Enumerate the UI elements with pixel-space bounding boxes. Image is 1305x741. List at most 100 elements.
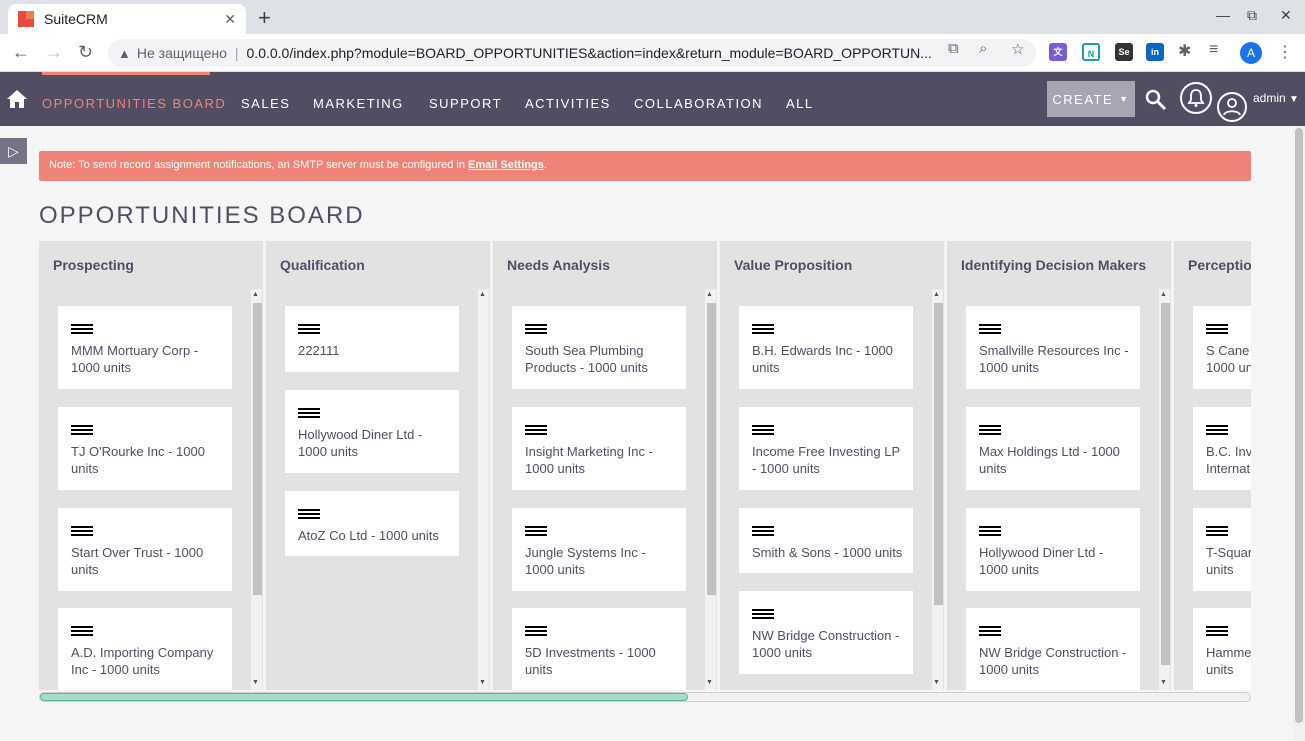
opportunity-card[interactable]: Smallville Resources Inc - 1000 units [966, 306, 1140, 389]
drag-handle-icon[interactable] [298, 324, 320, 334]
opportunity-card[interactable]: 222111 [285, 306, 459, 372]
opportunity-card[interactable]: B.C. Inve Internat [1193, 407, 1251, 490]
back-icon[interactable]: ← [12, 42, 30, 63]
card-title[interactable]: TJ O'Rourke Inc - 1000 units [71, 443, 223, 477]
profile-avatar[interactable]: A [1240, 42, 1262, 64]
opportunity-card[interactable]: South Sea Plumbing Products - 1000 units [512, 306, 686, 389]
extension-n-icon[interactable]: N [1082, 43, 1100, 61]
scroll-up-icon[interactable]: ▲ [1160, 291, 1167, 298]
drag-handle-icon[interactable] [979, 626, 1001, 636]
scroll-up-icon[interactable]: ▲ [706, 291, 713, 298]
scrollbar-thumb[interactable] [707, 303, 716, 595]
opportunity-card[interactable]: Income Free Investing LP - 1000 units [739, 407, 913, 490]
scroll-down-icon[interactable]: ▼ [252, 679, 259, 686]
zoom-icon[interactable]: ⌕ [979, 40, 987, 57]
opportunity-card[interactable]: NW Bridge Construction - 1000 units [739, 591, 913, 674]
card-title[interactable]: AtoZ Co Ltd - 1000 units [298, 527, 450, 544]
reload-icon[interactable]: ↻ [78, 42, 93, 63]
page-vertical-scrollbar[interactable] [1293, 126, 1305, 741]
scrollbar-thumb[interactable] [934, 303, 943, 605]
address-bar[interactable]: ▲ Не защищено | 0.0.0.0/index.php?module… [108, 39, 1036, 67]
translate-icon[interactable]: ⧉ [948, 40, 959, 57]
card-title[interactable]: B.C. Inve Internat [1206, 443, 1251, 477]
card-title[interactable]: Hollywood Diner Ltd - 1000 units [298, 426, 450, 460]
drag-handle-icon[interactable] [979, 324, 1001, 334]
drag-handle-icon[interactable] [752, 526, 774, 536]
drag-handle-icon[interactable] [525, 425, 547, 435]
nav-all[interactable]: ALL [786, 96, 814, 111]
column-scrollbar[interactable]: ▲ ▼ [705, 289, 716, 690]
scrollbar-thumb[interactable] [1161, 303, 1170, 665]
create-button[interactable]: CREATE ▼ [1047, 81, 1135, 117]
extension-selenium-icon[interactable]: Se [1115, 43, 1133, 61]
email-settings-link[interactable]: Email Settings [468, 159, 544, 171]
opportunity-card[interactable]: Hollywood Diner Ltd - 1000 units [966, 508, 1140, 591]
opportunity-card[interactable]: NW Bridge Construction - 1000 units [966, 608, 1140, 690]
opportunity-card[interactable]: S Cane S 1000 un [1193, 306, 1251, 389]
page-scrollbar-thumb[interactable] [1295, 128, 1303, 723]
card-title[interactable]: Income Free Investing LP - 1000 units [752, 443, 904, 477]
url-text[interactable]: 0.0.0.0/index.php?module=BOARD_OPPORTUNI… [247, 45, 937, 61]
opportunity-card[interactable]: A.D. Importing Company Inc - 1000 units [58, 608, 232, 690]
nav-support[interactable]: SUPPORT [429, 96, 502, 111]
security-label[interactable]: Не защищено [137, 45, 227, 61]
extension-linkedin-icon[interactable]: in [1146, 43, 1164, 61]
browser-menu-icon[interactable]: ⋮ [1277, 42, 1293, 62]
card-title[interactable]: Insight Marketing Inc - 1000 units [525, 443, 677, 477]
nav-marketing[interactable]: MARKETING [313, 96, 404, 111]
opportunity-card[interactable]: Insight Marketing Inc - 1000 units [512, 407, 686, 490]
drag-handle-icon[interactable] [525, 626, 547, 636]
scroll-up-icon[interactable]: ▲ [933, 291, 940, 298]
opportunity-card[interactable]: MMM Mortuary Corp - 1000 units [58, 306, 232, 389]
forward-icon[interactable]: → [45, 42, 63, 63]
card-title[interactable]: NW Bridge Construction - 1000 units [979, 644, 1131, 678]
drag-handle-icon[interactable] [298, 408, 320, 418]
drag-handle-icon[interactable] [979, 526, 1001, 536]
scroll-up-icon[interactable]: ▲ [252, 291, 259, 298]
card-title[interactable]: T-Square units [1206, 544, 1251, 578]
window-close-button[interactable]: ✕ [1280, 7, 1292, 24]
drag-handle-icon[interactable] [71, 425, 93, 435]
home-icon[interactable] [7, 90, 27, 108]
search-icon[interactable] [1145, 89, 1167, 111]
drag-handle-icon[interactable] [525, 324, 547, 334]
card-title[interactable]: MMM Mortuary Corp - 1000 units [71, 342, 223, 376]
extension-translate-icon[interactable]: 文 [1049, 43, 1067, 61]
opportunity-card[interactable]: Jungle Systems Inc - 1000 units [512, 508, 686, 591]
drag-handle-icon[interactable] [752, 324, 774, 334]
drag-handle-icon[interactable] [71, 626, 93, 636]
opportunity-card[interactable]: Hollywood Diner Ltd - 1000 units [285, 390, 459, 473]
tab-close-icon[interactable]: ✕ [224, 11, 236, 28]
board-horizontal-scrollbar[interactable] [39, 692, 1251, 702]
opportunity-card[interactable]: TJ O'Rourke Inc - 1000 units [58, 407, 232, 490]
scroll-down-icon[interactable]: ▼ [933, 679, 940, 686]
new-tab-button[interactable]: + [258, 5, 271, 31]
drag-handle-icon[interactable] [71, 526, 93, 536]
card-title[interactable]: Hollywood Diner Ltd - 1000 units [979, 544, 1131, 578]
drag-handle-icon[interactable] [752, 425, 774, 435]
user-menu[interactable]: admin ▼ [1253, 91, 1299, 105]
opportunity-card[interactable]: Hammer units [1193, 608, 1251, 690]
scrollbar-thumb[interactable] [253, 303, 262, 595]
card-title[interactable]: B.H. Edwards Inc - 1000 units [752, 342, 904, 376]
browser-tab[interactable]: SuiteCRM ✕ [8, 4, 246, 34]
nav-collaboration[interactable]: COLLABORATION [634, 96, 763, 111]
opportunity-card[interactable]: 5D Investments - 1000 units [512, 608, 686, 690]
restore-button[interactable]: ⧉ [1247, 7, 1257, 24]
nav-opportunities-board[interactable]: OPPORTUNITIES BOARD [42, 96, 226, 111]
nav-sales[interactable]: SALES [241, 96, 290, 111]
minimize-button[interactable]: — [1216, 7, 1230, 23]
card-title[interactable]: Hammer units [1206, 644, 1251, 678]
opportunity-card[interactable]: Start Over Trust - 1000 units [58, 508, 232, 591]
opportunity-card[interactable]: B.H. Edwards Inc - 1000 units [739, 306, 913, 389]
opportunity-card[interactable]: Max Holdings Ltd - 1000 units [966, 407, 1140, 490]
notifications-bell-icon[interactable] [1180, 82, 1212, 114]
media-queue-icon[interactable]: ≡ [1209, 41, 1218, 59]
column-scrollbar[interactable]: ▲ ▼ [251, 289, 262, 690]
drag-handle-icon[interactable] [752, 609, 774, 619]
horizontal-scrollbar-thumb[interactable] [40, 693, 688, 701]
sidebar-toggle-icon[interactable]: ▷ [0, 138, 27, 164]
opportunity-card[interactable]: AtoZ Co Ltd - 1000 units [285, 491, 459, 556]
card-title[interactable]: Smith & Sons - 1000 units [752, 544, 904, 561]
card-title[interactable]: Smallville Resources Inc - 1000 units [979, 342, 1131, 376]
